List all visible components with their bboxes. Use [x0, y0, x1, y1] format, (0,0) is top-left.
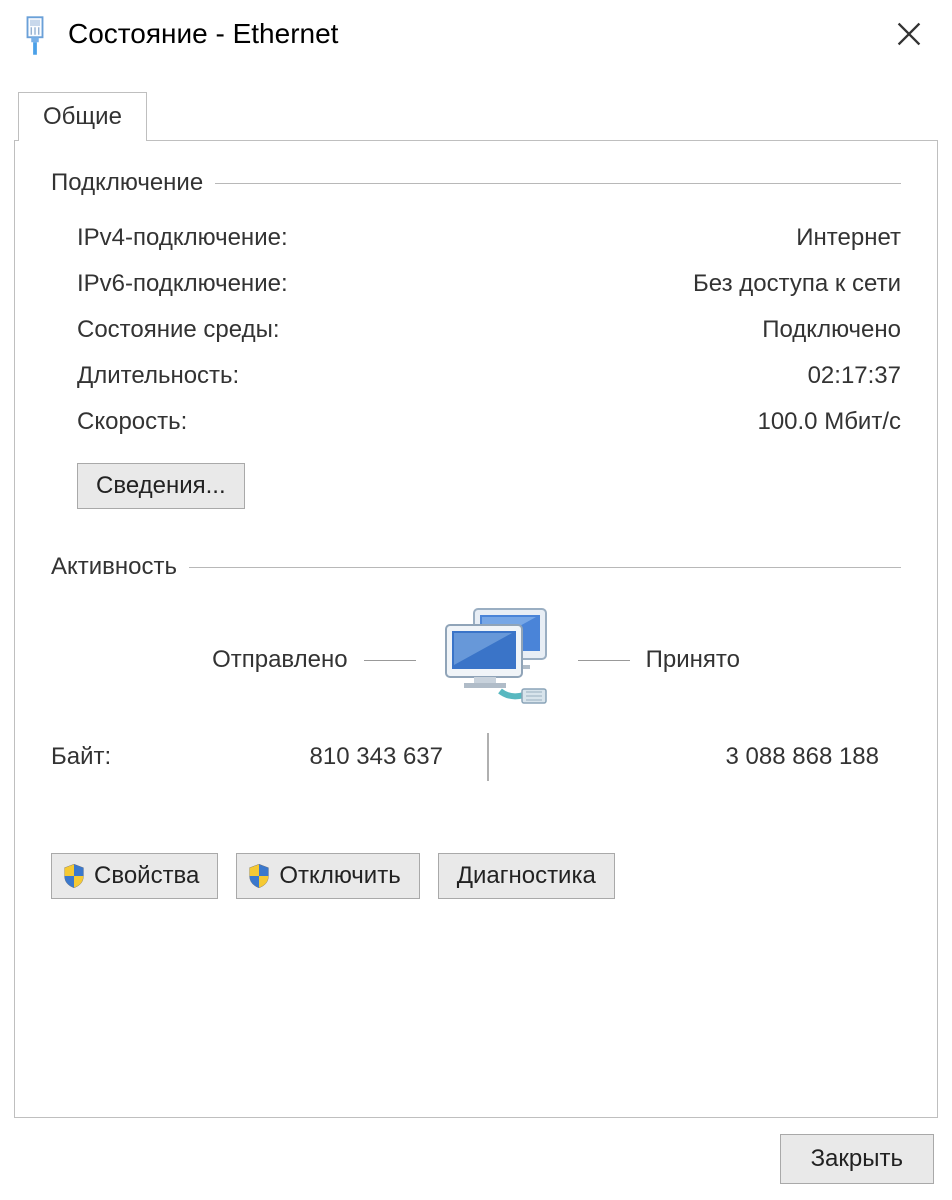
divider	[189, 567, 901, 568]
properties-button[interactable]: Свойства	[51, 853, 218, 899]
action-buttons: Свойства Отключить Диагностика	[51, 853, 901, 899]
disable-button[interactable]: Отключить	[236, 853, 419, 899]
close-button[interactable]	[891, 16, 927, 52]
duration-value: 02:17:37	[808, 362, 901, 390]
properties-button-label: Свойства	[94, 862, 199, 890]
sent-label: Отправлено	[212, 646, 348, 674]
disable-button-label: Отключить	[279, 862, 400, 890]
ipv4-value: Интернет	[796, 224, 901, 252]
divider	[487, 733, 489, 781]
ipv4-row: IPv4-подключение: Интернет	[77, 215, 901, 261]
ipv6-row: IPv6-подключение: Без доступа к сети	[77, 261, 901, 307]
network-computers-icon	[432, 605, 562, 715]
details-button[interactable]: Сведения...	[77, 463, 245, 509]
media-state-value: Подключено	[762, 316, 901, 344]
media-state-row: Состояние среды: Подключено	[77, 307, 901, 353]
ethernet-connector-icon	[20, 16, 50, 52]
divider	[578, 660, 630, 661]
activity-graphic: Отправлено	[51, 605, 901, 715]
close-dialog-button[interactable]: Закрыть	[780, 1134, 934, 1184]
close-icon	[896, 21, 922, 47]
tab-panel-general: Подключение IPv4-подключение: Интернет I…	[14, 140, 938, 1118]
media-state-label: Состояние среды:	[77, 316, 280, 344]
uac-shield-icon	[60, 862, 88, 890]
bytes-received-value: 3 088 868 188	[515, 743, 901, 771]
ipv4-label: IPv4-подключение:	[77, 224, 288, 252]
status-window: Состояние - Ethernet Общие Подключение I…	[0, 0, 952, 1200]
duration-label: Длительность:	[77, 362, 239, 390]
bytes-sent-value: 810 343 637	[191, 743, 461, 771]
connection-group-header: Подключение	[51, 169, 901, 197]
divider	[215, 183, 901, 184]
bytes-row: Байт: 810 343 637 3 088 868 188	[51, 733, 901, 781]
dialog-footer: Закрыть	[0, 1118, 952, 1200]
divider	[364, 660, 416, 661]
titlebar: Состояние - Ethernet	[0, 0, 952, 68]
duration-row: Длительность: 02:17:37	[77, 353, 901, 399]
diagnose-button[interactable]: Диагностика	[438, 853, 615, 899]
tabs-container: Общие Подключение IPv4-подключение: Инте…	[14, 92, 938, 1118]
speed-value: 100.0 Мбит/с	[757, 408, 901, 436]
received-label: Принято	[646, 646, 740, 674]
activity-group-header: Активность	[51, 553, 901, 581]
tab-general[interactable]: Общие	[18, 92, 147, 141]
ipv6-value: Без доступа к сети	[693, 270, 901, 298]
bytes-label: Байт:	[51, 743, 191, 771]
activity-group-title: Активность	[51, 553, 177, 581]
speed-row: Скорость: 100.0 Мбит/с	[77, 399, 901, 445]
speed-label: Скорость:	[77, 408, 187, 436]
connection-group-title: Подключение	[51, 169, 203, 197]
window-title: Состояние - Ethernet	[68, 18, 891, 50]
uac-shield-icon	[245, 862, 273, 890]
ipv6-label: IPv6-подключение:	[77, 270, 288, 298]
